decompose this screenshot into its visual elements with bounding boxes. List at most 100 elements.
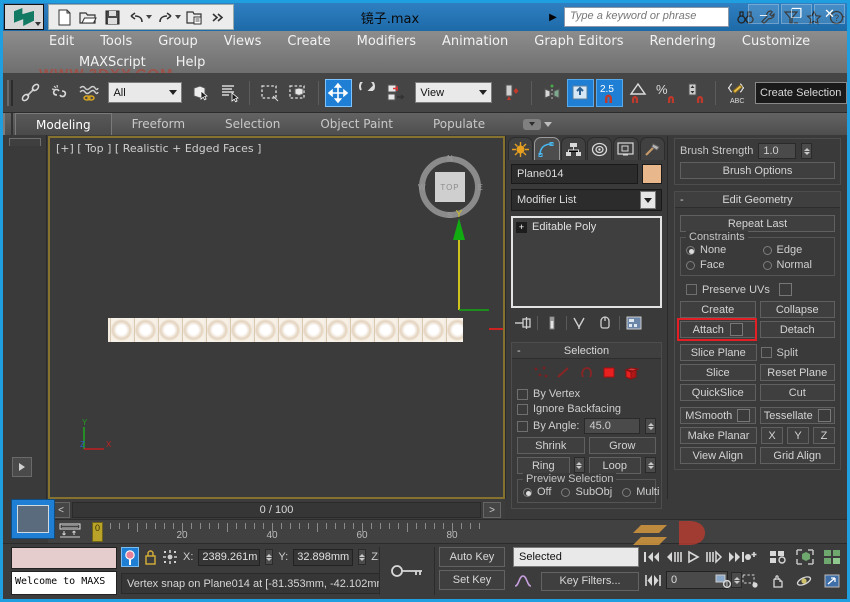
slice-plane-button[interactable]: Slice Plane — [680, 344, 757, 361]
application-menu-button[interactable] — [4, 4, 44, 30]
preview-option-multi[interactable]: Multi — [622, 486, 659, 498]
menu-create[interactable]: Create — [287, 34, 330, 49]
reference-coordinate-system-dropdown[interactable]: View — [415, 82, 492, 103]
coord-x-field[interactable]: 2389.261m — [198, 549, 260, 566]
orbit-icon[interactable] — [794, 571, 816, 591]
go-to-start-icon[interactable] — [643, 547, 661, 567]
rollout-collapse-icon[interactable]: - — [680, 194, 684, 206]
view-cube-face[interactable]: TOP — [435, 172, 465, 202]
element-subobject-icon[interactable] — [624, 365, 641, 380]
maxscript-mini-listener[interactable] — [11, 547, 117, 569]
bind-to-space-warp-icon[interactable] — [76, 79, 103, 107]
constraint-edge-radio[interactable] — [763, 246, 772, 255]
edge-subobject-icon[interactable] — [555, 365, 572, 380]
region-zoom-icon[interactable] — [740, 571, 762, 591]
set-project-folder-icon[interactable] — [183, 6, 205, 28]
undo-icon[interactable] — [125, 6, 147, 28]
expand-plus-icon[interactable]: + — [516, 222, 527, 233]
configure-modifier-sets-icon[interactable] — [624, 314, 644, 332]
by-angle-checkbox[interactable] — [517, 421, 528, 432]
next-frame-button[interactable]: > — [483, 502, 501, 518]
pan-view-icon[interactable] — [767, 571, 789, 591]
unlink-selection-icon[interactable] — [47, 79, 74, 107]
frame-readout[interactable]: 0 / 100 — [72, 502, 481, 518]
spinner-snap-icon[interactable] — [682, 79, 709, 107]
tab-modeling[interactable]: Modeling — [15, 113, 112, 135]
set-key-button[interactable]: Set Key — [439, 570, 505, 590]
menu-animation[interactable]: Animation — [442, 34, 508, 49]
key-filters-button[interactable]: Key Filters... — [541, 572, 639, 591]
constraint-normal[interactable]: Normal — [763, 259, 830, 271]
make-planar-z-button[interactable]: Z — [813, 427, 835, 444]
by-angle-row[interactable]: By Angle: 45.0 — [517, 418, 656, 434]
selection-rollout-header[interactable]: - Selection — [512, 343, 661, 359]
modify-tab[interactable] — [534, 137, 559, 160]
key-mode-toggle[interactable] — [379, 547, 435, 595]
by-vertex-checkbox[interactable] — [517, 389, 528, 400]
attach-button[interactable]: Attach — [680, 321, 756, 338]
detach-button[interactable]: Detach — [760, 321, 836, 338]
open-mini-curve-editor-icon[interactable] — [58, 523, 82, 539]
use-pivot-point-center-icon[interactable] — [498, 79, 525, 107]
viewport-label[interactable]: [+] [ Top ] [ Realistic + Edged Faces ] — [56, 142, 261, 155]
select-and-rotate-icon[interactable] — [354, 79, 381, 107]
zoom-extents-icon[interactable] — [794, 547, 816, 567]
object-color-swatch[interactable] — [642, 164, 662, 184]
menu-modifiers[interactable]: Modifiers — [357, 34, 416, 49]
msmooth-button[interactable]: MSmooth — [680, 407, 756, 424]
ignore-backfacing-row[interactable]: Ignore Backfacing — [517, 403, 656, 415]
by-angle-spinner[interactable] — [645, 418, 656, 434]
preview-subobj-radio[interactable] — [561, 488, 570, 497]
display-tab[interactable] — [613, 137, 638, 160]
select-and-scale-icon[interactable] — [383, 79, 410, 107]
menu-graph-editors[interactable]: Graph Editors — [534, 34, 623, 49]
key-mode-toggle-icon[interactable] — [643, 571, 663, 589]
select-link-icon[interactable] — [18, 79, 45, 107]
ribbon-grip[interactable] — [3, 113, 13, 135]
grid-align-button[interactable]: Grid Align — [760, 447, 836, 464]
preview-multi-radio[interactable] — [622, 488, 631, 497]
rectangular-selection-region-icon[interactable] — [256, 79, 283, 107]
tab-selection[interactable]: Selection — [205, 113, 300, 135]
shrink-button[interactable]: Shrink — [517, 437, 585, 454]
new-file-icon[interactable] — [53, 6, 75, 28]
view-align-button[interactable]: View Align — [680, 447, 756, 464]
title-overflow-icon[interactable]: ▶ — [546, 12, 560, 23]
snaps-toggle-icon[interactable] — [567, 79, 594, 107]
zoom-icon[interactable] — [740, 547, 762, 567]
menu-views[interactable]: Views — [224, 34, 262, 49]
menu-group[interactable]: Group — [158, 34, 198, 49]
redo-icon[interactable] — [154, 6, 176, 28]
preview-option-off[interactable]: Off — [523, 486, 551, 498]
set-key-curve-icon[interactable] — [513, 572, 535, 590]
maximize-viewport-toggle-icon[interactable] — [821, 571, 843, 591]
make-planar-button[interactable]: Make Planar — [680, 427, 757, 444]
maxscript-status-line[interactable]: Welcome to MAXS — [11, 571, 117, 595]
constraint-normal-radio[interactable] — [763, 261, 772, 270]
by-vertex-row[interactable]: By Vertex — [517, 388, 656, 400]
make-planar-x-button[interactable]: X — [761, 427, 783, 444]
border-subobject-icon[interactable] — [578, 365, 595, 380]
key-mode-dropdown[interactable]: Selected — [513, 547, 639, 567]
tab-freeform[interactable]: Freeform — [112, 113, 205, 135]
polygon-subobject-icon[interactable] — [601, 365, 618, 380]
brush-options-button[interactable]: Brush Options — [680, 162, 835, 179]
ignore-backfacing-checkbox[interactable] — [517, 404, 528, 415]
quickslice-button[interactable]: QuickSlice — [680, 384, 756, 401]
select-object-icon[interactable] — [188, 79, 215, 107]
coord-y-field[interactable]: 32.898mm — [293, 549, 353, 566]
split-checkbox[interactable] — [761, 347, 772, 358]
next-frame-icon[interactable] — [706, 547, 724, 567]
zoom-all-icon[interactable] — [767, 547, 789, 567]
transform-gizmo[interactable]: Y — [429, 210, 489, 320]
viewport-top[interactable]: [+] [ Top ] [ Realistic + Edged Faces ] … — [48, 136, 505, 499]
preserve-uvs-settings-icon[interactable] — [779, 283, 792, 296]
repeat-last-button[interactable]: Repeat Last — [680, 215, 835, 232]
reset-plane-button[interactable]: Reset Plane — [760, 364, 836, 381]
expand-panel-button[interactable] — [12, 457, 32, 477]
selection-lock-icon[interactable] — [121, 547, 139, 567]
search-input[interactable]: Type a keyword or phrase — [564, 7, 729, 27]
collapse-button[interactable]: Collapse — [760, 301, 836, 318]
rollout-collapse-icon[interactable]: - — [517, 345, 521, 357]
constraint-none-radio[interactable] — [686, 246, 695, 255]
